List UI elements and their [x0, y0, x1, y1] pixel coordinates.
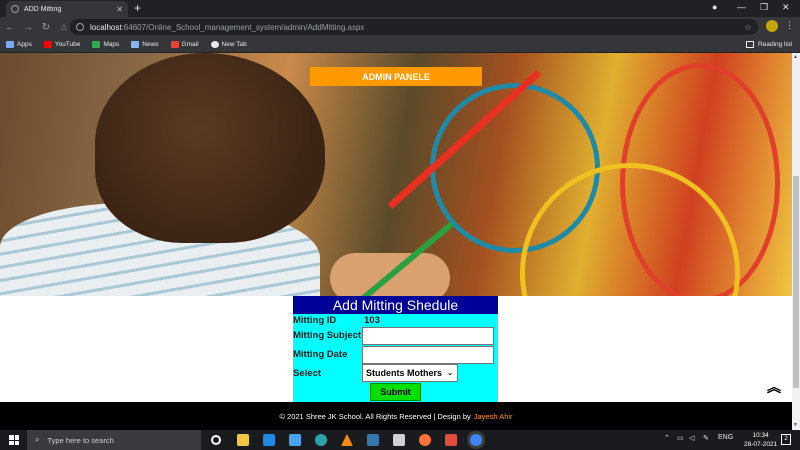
- bookmark-youtube[interactable]: YouTube: [43, 41, 81, 48]
- footer-copyright: © 2021 Shree JK School. All Rights Reser…: [279, 411, 471, 421]
- bookmarks-bar: Apps YouTube Maps News Gmail New Tab Rea…: [0, 37, 800, 53]
- pen-icon[interactable]: ✎: [703, 434, 709, 442]
- minimize-button[interactable]: —: [737, 2, 746, 12]
- bookmark-new-tab[interactable]: New Tab: [210, 41, 247, 48]
- form-title: Add Mitting Shedule: [293, 296, 498, 314]
- scroll-up-arrow-icon[interactable]: ▲: [793, 54, 798, 60]
- reload-icon[interactable]: ↻: [38, 22, 54, 33]
- page-footer: © 2021 Shree JK School. All Rights Reser…: [0, 402, 792, 430]
- meeting-date-input[interactable]: [362, 346, 494, 364]
- admin-panel-banner: ADMIN PANELE: [310, 67, 482, 86]
- firefox-icon[interactable]: [419, 434, 431, 446]
- store-icon[interactable]: [393, 434, 405, 446]
- close-tab-icon[interactable]: ✕: [116, 5, 123, 14]
- scrollbar-thumb[interactable]: [793, 176, 799, 388]
- network-icon[interactable]: ▭: [677, 434, 684, 442]
- browser-menu-icon[interactable]: ⋮: [785, 20, 794, 31]
- file-explorer-icon[interactable]: [237, 434, 249, 446]
- profile-record-icon[interactable]: ●: [712, 2, 717, 12]
- windows-start-icon[interactable]: [9, 435, 19, 445]
- clock-time: 10:34: [752, 432, 769, 439]
- profile-avatar-icon[interactable]: [766, 20, 778, 32]
- browser-toolbar: ← → ↻ ⌂ localhost:64607/Online_School_ma…: [0, 17, 800, 37]
- powershell-icon[interactable]: [263, 434, 275, 446]
- mail-icon[interactable]: [289, 434, 301, 446]
- chevron-down-icon: ⌄: [447, 370, 453, 377]
- footer-author-link[interactable]: Jayesh Ahir: [474, 412, 513, 421]
- bookmark-label: Apps: [17, 41, 32, 48]
- audience-select[interactable]: Students Mothers ⌄: [362, 364, 458, 382]
- meeting-subject-input[interactable]: [362, 327, 494, 345]
- site-info-icon[interactable]: [76, 23, 84, 31]
- browser-tab-strip: ADD Mitting ✕ + ● — ❐ ✕: [0, 0, 800, 17]
- meeting-id-label: Mitting ID: [293, 315, 337, 326]
- close-window-button[interactable]: ✕: [782, 2, 790, 13]
- url-path: :64607/Online_School_management_system/a…: [121, 22, 365, 32]
- gmail-icon: [170, 41, 179, 48]
- meeting-subject-label: Mitting Subject: [293, 330, 362, 341]
- app-icon[interactable]: [445, 434, 457, 446]
- bookmark-label: YouTube: [54, 41, 81, 48]
- volume-icon[interactable]: ◁: [689, 434, 694, 442]
- bookmark-label: New Tab: [221, 41, 247, 48]
- bookmark-news[interactable]: News: [131, 41, 159, 48]
- forward-icon[interactable]: →: [20, 22, 36, 33]
- youtube-icon: [43, 41, 52, 48]
- meeting-date-label: Mitting Date: [293, 349, 348, 360]
- maximize-button[interactable]: ❐: [760, 2, 768, 13]
- bookmark-label: Maps: [103, 41, 120, 48]
- tray-overflow-icon[interactable]: ⌃: [664, 434, 670, 442]
- address-bar[interactable]: localhost:64607/Online_School_management…: [70, 19, 758, 35]
- url-host: localhost: [90, 22, 122, 32]
- system-clock[interactable]: 10:34 28-07-2021: [744, 431, 777, 449]
- meeting-id-value: 103: [364, 315, 380, 326]
- scroll-down-arrow-icon[interactable]: ▼: [793, 422, 798, 428]
- reading-list-label: Reading list: [758, 41, 792, 48]
- back-icon[interactable]: ←: [2, 22, 18, 33]
- tab-title: ADD Mitting: [24, 5, 62, 13]
- submit-button[interactable]: Submit: [370, 383, 421, 401]
- search-icon: ⌕: [35, 435, 40, 444]
- task-view-icon[interactable]: [211, 435, 221, 445]
- reading-list-icon: [746, 41, 755, 48]
- scroll-to-top-icon[interactable]: ︽: [767, 380, 781, 394]
- apps-grid-icon: [6, 41, 14, 48]
- bookmark-label: News: [142, 41, 159, 48]
- select-label: Select: [293, 368, 321, 379]
- maps-icon: [92, 41, 101, 48]
- bookmark-gmail[interactable]: Gmail: [170, 41, 199, 48]
- browser-tab[interactable]: ADD Mitting ✕: [6, 1, 128, 17]
- language-indicator[interactable]: ENG: [718, 434, 733, 441]
- bookmark-star-icon[interactable]: ☆: [744, 22, 752, 33]
- clock-date: 28-07-2021: [744, 441, 778, 448]
- chrome-icon[interactable]: [470, 434, 482, 446]
- notification-center-icon[interactable]: 2: [781, 434, 791, 445]
- news-icon: [131, 41, 140, 48]
- python-icon[interactable]: [367, 434, 379, 446]
- bookmark-label: Gmail: [181, 41, 199, 48]
- taskbar-search[interactable]: ⌕ Type here to search: [27, 430, 201, 450]
- audience-select-value: Students Mothers: [366, 368, 443, 378]
- bookmark-apps[interactable]: Apps: [6, 41, 32, 48]
- globe-icon: [11, 5, 19, 13]
- bookmark-maps[interactable]: Maps: [92, 41, 119, 48]
- reading-list-button[interactable]: Reading list: [746, 41, 792, 48]
- new-tab-button[interactable]: +: [134, 2, 141, 14]
- hero-photo: [0, 53, 792, 296]
- taskbar-search-placeholder: Type here to search: [47, 435, 114, 445]
- edge-icon[interactable]: [315, 434, 327, 446]
- globe-icon: [210, 41, 219, 48]
